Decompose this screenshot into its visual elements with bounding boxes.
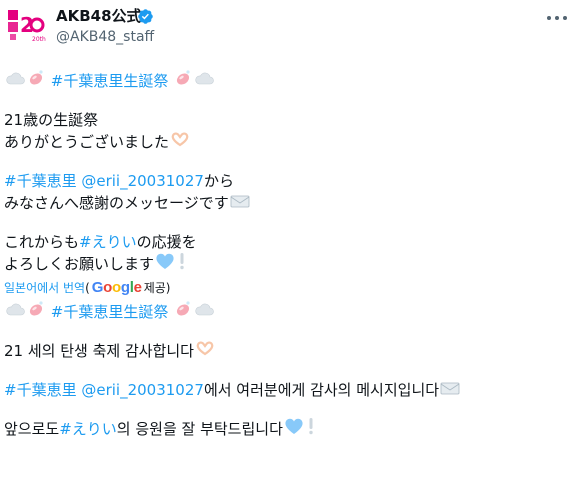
translated-age-text: 21 세의 탄생 축제 감사합니다: [4, 342, 194, 360]
more-options-icon[interactable]: [547, 14, 567, 22]
verified-badge-icon: [138, 9, 153, 24]
original-line-mention: #千葉恵里 @erii_20031027 から: [4, 170, 574, 192]
translated-mention-link[interactable]: @erii_20031027: [81, 379, 204, 401]
from-text: から: [203, 172, 234, 190]
soap-icon: [27, 69, 45, 93]
original-line-message: みなさんへ感謝のメッセージです: [4, 192, 574, 214]
soap-icon: [27, 300, 45, 324]
cloud-icon: [5, 301, 25, 323]
translation-attribution: 일본어에서 번역 ( Google 제공): [4, 279, 574, 297]
translated-message-text: 에서 여러분에게 감사의 메시지입니다: [203, 381, 440, 399]
cloud-icon: [194, 70, 214, 92]
translated-from-link[interactable]: 일본어에서 번역: [4, 279, 85, 297]
age-text: 21歳の生誕祭: [4, 111, 99, 129]
thanks-text: ありがとうございました: [4, 133, 170, 151]
display-name[interactable]: AKB48公式: [56, 6, 142, 26]
heart-hands-icon: [170, 131, 190, 153]
original-line-regards: よろしくお願いします: [4, 253, 574, 275]
support-prefix-text: これからも: [4, 233, 80, 251]
translated-hashtag-birthday-link[interactable]: #千葉恵里生誕祭: [51, 301, 169, 323]
regards-text: よろしくお願いします: [4, 255, 155, 273]
translated-hashtag-member-link[interactable]: #千葉恵里: [4, 379, 77, 401]
translated-support-prefix: 앞으로도: [4, 420, 60, 438]
avatar[interactable]: 2 20th: [6, 4, 46, 44]
hashtag-member-link[interactable]: #千葉恵里: [4, 170, 77, 192]
support-suffix-text: の応援を: [136, 233, 197, 251]
translated-hashtag-nickname-link[interactable]: #えりい: [59, 418, 117, 440]
paren-close: 제공): [143, 281, 171, 295]
message-text: みなさんへ感謝のメッセージです: [4, 194, 229, 212]
original-line-hashtag: #千葉恵里生誕祭: [4, 70, 574, 92]
translated-line-support: 앞으로도 #えりい 의 응원을 잘 부탁드립니다: [4, 418, 574, 440]
soap-icon: [174, 69, 192, 93]
cloud-icon: [194, 301, 214, 323]
translated-support-suffix: 의 응원을 잘 부탁드립니다: [116, 420, 283, 438]
tweet-content: #千葉恵里生誕祭 21歳の生誕祭 ありがとうございました #千葉恵里 @erii…: [4, 70, 574, 440]
envelope-icon: [440, 379, 460, 401]
tweet: 2 20th AKB48公式 @AKB48_staff #千葉恵里生誕祭 21歳…: [0, 0, 581, 491]
translated-line-hashtag: #千葉恵里生誕祭: [4, 301, 574, 323]
translated-line-message: #千葉恵里 @erii_20031027 에서 여러분에게 감사의 메시지입니다: [4, 379, 574, 401]
avatar-badge-text: 20th: [32, 36, 46, 43]
hashtag-nickname-link[interactable]: #えりい: [79, 231, 137, 253]
heart-hands-icon: [195, 340, 215, 362]
google-logo: Google: [91, 279, 142, 296]
mention-link[interactable]: @erii_20031027: [81, 170, 204, 192]
original-line-support: これからも #えりい の応援を: [4, 231, 574, 253]
translated-line-age: 21 세의 탄생 축제 감사합니다: [4, 340, 574, 362]
paren-open: (: [85, 281, 90, 295]
original-line-age: 21歳の生誕祭: [4, 109, 574, 131]
light-blue-heart-icon: [284, 417, 304, 441]
hashtag-birthday-link[interactable]: #千葉恵里生誕祭: [51, 70, 169, 92]
cloud-icon: [5, 70, 25, 92]
soap-icon: [174, 300, 192, 324]
exclamation-icon: [306, 417, 316, 441]
original-line-thanks: ありがとうございました: [4, 131, 574, 153]
exclamation-icon: [177, 252, 187, 276]
handle[interactable]: @AKB48_staff: [56, 28, 154, 46]
envelope-icon: [230, 192, 250, 214]
light-blue-heart-icon: [155, 252, 175, 276]
